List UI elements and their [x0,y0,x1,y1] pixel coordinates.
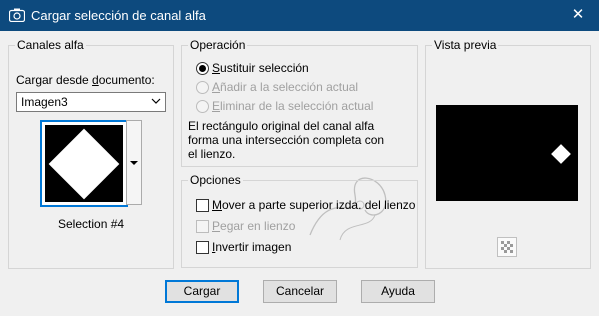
close-icon: ✕ [571,6,585,23]
checker-zoom-icon [501,241,513,253]
window-title: Cargar selección de canal alfa [31,8,206,23]
preview-diamond-shape [551,144,571,164]
title-bar: Cargar selección de canal alfa ✕ [0,0,599,31]
camera-icon [9,8,25,22]
zoom-preview-button[interactable] [497,237,517,257]
alpha-channel-thumbnail[interactable] [40,120,128,207]
diamond-shape [48,128,120,200]
preview-canvas [436,105,578,201]
load-button[interactable]: Cargar [165,280,239,303]
checkbox-move-top-left-label[interactable]: Mover a parte superior izda. del lienzo [212,198,415,212]
operation-description-line-2: forma una intersección completa con [188,133,385,147]
checkbox-paste-on-canvas-label[interactable]: Pegar en lienzo [212,219,295,233]
radio-add-to-selection-label[interactable]: Añadir a la selección actual [212,80,358,94]
document-select-value: Imagen3 [21,95,68,109]
checkbox-move-top-left[interactable] [196,199,209,212]
cancel-button[interactable]: Cancelar [263,280,337,303]
radio-add-to-selection[interactable] [196,81,209,94]
dropdown-arrow-icon [130,161,138,165]
checkbox-invert-image[interactable] [196,241,209,254]
close-button[interactable]: ✕ [567,5,589,25]
alpha-channels-label: Canales alfa [15,38,86,52]
operation-label: Operación [188,38,248,52]
radio-remove-from-selection-label[interactable]: Eliminar de la selección actual [212,99,373,113]
load-from-document-label: Cargar desde documento: [16,73,155,87]
operation-description-line-1: El rectángulo original del canal alfa [188,119,375,133]
checkbox-invert-image-label[interactable]: Invertir imagen [212,240,291,254]
radio-replace-selection[interactable] [196,62,209,75]
radio-remove-from-selection[interactable] [196,100,209,113]
options-label: Opciones [188,173,243,187]
chevron-down-icon [151,98,161,104]
help-button[interactable]: Ayuda [361,280,435,303]
radio-replace-selection-label[interactable]: Sustituir selección [212,61,309,75]
document-select[interactable]: Imagen3 [16,92,166,112]
checkbox-paste-on-canvas[interactable] [196,220,209,233]
preview-label: Vista previa [432,38,499,52]
operation-description-line-3: el lienzo. [188,147,236,161]
thumbnail-dropdown-button[interactable] [126,120,142,205]
selection-name: Selection #4 [58,217,125,231]
